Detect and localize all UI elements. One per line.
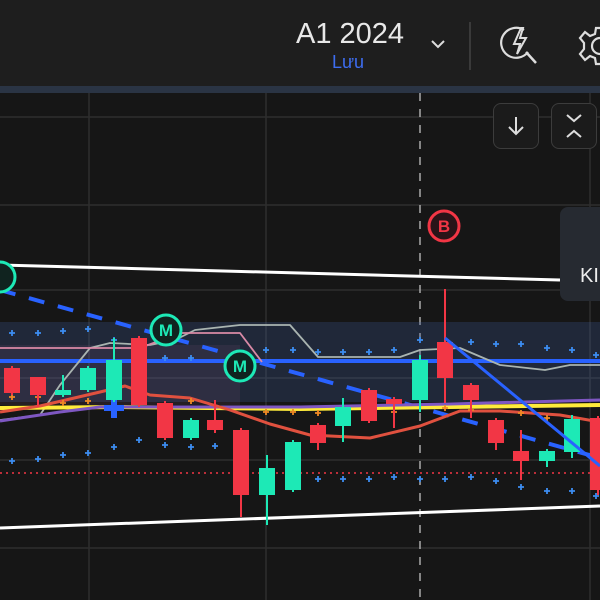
tooltip-text: KI <box>580 265 599 287</box>
band-marker-lower <box>518 484 524 490</box>
band-marker-lower <box>417 476 423 482</box>
candle-bearish <box>361 390 377 421</box>
candle-bullish <box>412 360 428 400</box>
candle-bearish <box>4 368 20 393</box>
band-marker-lower <box>569 488 575 494</box>
candle-bearish <box>488 420 504 443</box>
band-marker-lower <box>85 450 91 456</box>
band-marker-lower <box>60 452 66 458</box>
band-marker-lower <box>493 478 499 484</box>
toolbar-divider <box>469 22 471 70</box>
collapse-expand-button[interactable] <box>551 103 597 149</box>
candle-bullish <box>106 360 122 400</box>
band-marker-lower <box>9 458 15 464</box>
candle-bearish <box>131 338 147 405</box>
pane-separator <box>0 86 600 93</box>
price-chart[interactable]: M M B <box>0 93 600 600</box>
trendline-lower <box>0 504 600 530</box>
candle-bullish <box>183 420 199 438</box>
band-marker-lower <box>35 456 41 462</box>
scroll-to-latest-button[interactable] <box>493 103 539 149</box>
candle-bearish <box>590 418 600 490</box>
candle-bearish <box>513 451 529 461</box>
candle-bearish <box>157 403 173 438</box>
candle-bullish <box>539 451 555 461</box>
band-marker-lower <box>442 476 448 482</box>
band-marker-lower <box>391 474 397 480</box>
candle-bearish <box>310 425 326 443</box>
band-marker-lower <box>162 442 168 448</box>
save-status[interactable]: Lưu <box>332 52 364 73</box>
signal-marker-orange <box>315 410 321 416</box>
band-marker-lower <box>188 444 194 450</box>
candle-bearish <box>437 342 453 378</box>
top-toolbar: A1 2024 Lưu <box>0 0 600 86</box>
signal-marker-m-label: M <box>159 321 173 340</box>
collapse-expand-icon <box>566 114 582 138</box>
candle-bullish <box>285 442 301 490</box>
candle-bearish <box>30 377 46 395</box>
band-marker-lower <box>136 437 142 443</box>
chevron-down-icon[interactable] <box>428 34 448 54</box>
band-marker-lower <box>544 488 550 494</box>
crosshair-tooltip: KI <box>560 207 600 301</box>
arrow-down-icon <box>508 117 524 136</box>
candle-bearish <box>233 430 249 495</box>
band-marker-lower <box>468 474 474 480</box>
candle-bearish <box>463 385 479 400</box>
layout-title[interactable]: A1 2024 <box>296 18 404 51</box>
candle-bullish <box>335 407 351 426</box>
candle-bullish <box>55 390 71 395</box>
band-marker-lower <box>111 444 117 450</box>
candle-bearish <box>207 420 223 430</box>
quick-search-lightning-icon[interactable] <box>496 22 542 68</box>
signal-marker-b-label: B <box>438 217 450 236</box>
band-marker-lower <box>366 476 372 482</box>
gear-icon[interactable] <box>576 22 600 70</box>
candle-bullish <box>259 468 275 495</box>
band-marker-lower <box>315 476 321 482</box>
trendline-upper <box>0 263 561 282</box>
band-marker-lower <box>212 443 218 449</box>
candle-bearish <box>386 399 402 404</box>
candle-bullish <box>80 368 96 390</box>
band-marker-lower <box>340 476 346 482</box>
signal-marker-m-label: M <box>233 357 247 376</box>
